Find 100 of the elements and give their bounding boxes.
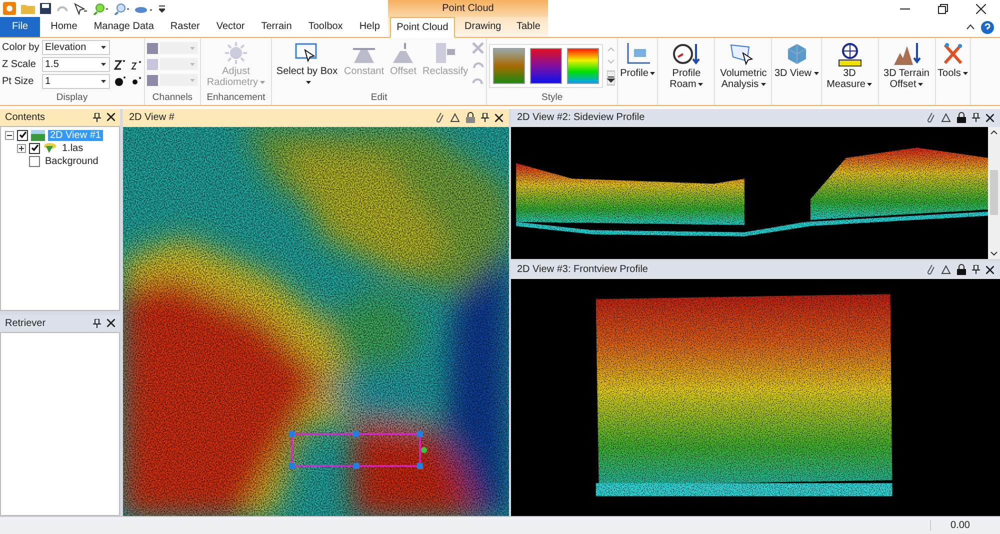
z-scale-up-icon[interactable]: [114, 59, 126, 70]
close-icon[interactable]: [107, 319, 115, 328]
pin-icon[interactable]: [972, 265, 980, 274]
restore-icon[interactable]: [938, 4, 948, 14]
ribbon-button[interactable]: 3D Measure: [822, 40, 877, 91]
link-icon[interactable]: [435, 112, 444, 124]
large-point-icon[interactable]: [114, 76, 126, 87]
caret-icon: [190, 63, 195, 66]
dropdown-field[interactable]: Elevation: [42, 40, 110, 55]
ribbon-tab[interactable]: Drawing: [458, 17, 508, 37]
field-label: Pt Size: [2, 76, 35, 87]
field-label: Z Scale: [2, 59, 37, 70]
tree-item[interactable]: 1.las: [60, 142, 86, 154]
close-icon[interactable]: [495, 114, 503, 122]
small-point-icon[interactable]: [130, 76, 142, 87]
ribbon-button[interactable]: Profile: [619, 40, 656, 80]
caret-icon: [101, 63, 106, 66]
caret-icon: [190, 47, 195, 50]
scroll-up-icon[interactable]: [990, 130, 998, 135]
group-label: Edit: [370, 92, 388, 105]
color-ramp-swatch[interactable]: [530, 48, 562, 84]
close-icon[interactable]: [976, 4, 986, 14]
customize-caret-icon[interactable]: [159, 4, 165, 12]
ribbon-button[interactable]: 3D Terrain Offset: [880, 40, 934, 91]
tree-item[interactable]: Background: [43, 156, 100, 167]
point-cloud-layer-icon: [43, 142, 57, 154]
channel-swatch-icon: [147, 74, 158, 86]
ribbon-tab[interactable]: Help: [353, 17, 386, 37]
reclassify-icon: [433, 41, 458, 65]
status-value: 0.00: [930, 520, 1000, 532]
layer-checkbox[interactable]: [29, 156, 40, 167]
group-label: Display: [55, 92, 89, 105]
ribbon-tab[interactable]: Point Cloud: [390, 17, 456, 38]
close-icon[interactable]: [986, 114, 994, 122]
zoom-out-icon[interactable]: [113, 2, 129, 14]
ribbon-button[interactable]: 3D View: [773, 40, 820, 80]
ribbon-tab[interactable]: Terrain: [255, 17, 298, 37]
lock-icon[interactable]: [957, 112, 966, 124]
ribbon-tab[interactable]: Vector: [210, 17, 251, 37]
view-title: 2D View #3: Frontview Profile: [517, 264, 648, 276]
map-view-icon: [31, 130, 45, 141]
selection-box[interactable]: [289, 430, 427, 471]
ribbon-tab[interactable]: Home: [44, 17, 84, 37]
ribbon-tab[interactable]: File: [0, 17, 40, 37]
dropdown-field[interactable]: 1.5: [42, 57, 110, 72]
channel-swatch-icon: [147, 58, 158, 70]
expand-toggle-icon[interactable]: [17, 144, 26, 153]
lock-icon[interactable]: [466, 112, 475, 124]
channel-swatch-icon: [147, 42, 158, 54]
gallery-scroll-icon[interactable]: [607, 46, 616, 86]
pin-icon[interactable]: [93, 112, 101, 122]
link-icon[interactable]: [926, 112, 935, 124]
ribbon-button[interactable]: Profile Roam: [659, 40, 714, 91]
lock-icon[interactable]: [957, 264, 966, 276]
ribbon-button[interactable]: Volumetric Analysis: [716, 40, 770, 91]
dropdown-field[interactable]: 1: [42, 74, 110, 89]
close-icon[interactable]: [986, 266, 994, 274]
triangle-icon[interactable]: [941, 113, 951, 122]
view-title: 2D View #: [129, 112, 174, 124]
triangle-icon[interactable]: [941, 265, 951, 274]
color-ramp-swatch[interactable]: [567, 48, 600, 84]
scroll-thumb[interactable]: [990, 170, 998, 216]
ribbon-tab[interactable]: Toolbox: [302, 17, 349, 37]
cursor-icon[interactable]: [73, 2, 87, 14]
pin-icon[interactable]: [93, 318, 101, 328]
ribbon-button[interactable]: Tools: [936, 40, 969, 80]
help-icon[interactable]: [981, 20, 994, 34]
collapse-ribbon-icon[interactable]: [966, 24, 975, 30]
caret-icon: [101, 46, 106, 49]
ribbon-tab[interactable]: Table: [510, 17, 546, 37]
group-label: Channels: [151, 92, 194, 105]
panel-title: Retriever: [5, 318, 46, 329]
save-icon[interactable]: [40, 3, 51, 14]
vertical-scrollbar[interactable]: [988, 126, 1000, 259]
caret-icon: [190, 79, 195, 82]
pin-icon[interactable]: [972, 113, 980, 122]
field-label: Color by: [2, 42, 38, 53]
z-scale-down-icon[interactable]: [130, 59, 142, 70]
select-box-icon: [295, 41, 319, 65]
layer-checkbox[interactable]: [17, 130, 28, 141]
pin-icon[interactable]: [481, 113, 489, 122]
caret-icon: [101, 80, 106, 83]
scroll-down-icon[interactable]: [990, 250, 998, 256]
close-icon[interactable]: [107, 113, 115, 122]
triangle-icon[interactable]: [450, 113, 460, 122]
group-label: Style: [540, 92, 564, 105]
layer-checkbox[interactable]: [29, 142, 40, 154]
contextual-tab-group-label: Point Cloud: [388, 0, 548, 17]
color-ramp-swatch[interactable]: [493, 48, 526, 84]
mountain-arrow-icon: [892, 41, 921, 67]
link-icon[interactable]: [926, 264, 935, 276]
gauge-arrow-icon: [672, 41, 700, 67]
edit-button[interactable]: Select by Box: [274, 40, 340, 89]
ribbon-tab[interactable]: Manage Data: [88, 17, 160, 37]
collapse-toggle-icon[interactable]: [5, 130, 14, 140]
sun-icon: [224, 41, 248, 65]
ribbon-tab[interactable]: Raster: [164, 17, 206, 37]
group-label: Enhancement: [206, 92, 266, 105]
zoom-in-icon[interactable]: [92, 2, 108, 14]
crosshair-ruler-icon: [836, 41, 864, 67]
